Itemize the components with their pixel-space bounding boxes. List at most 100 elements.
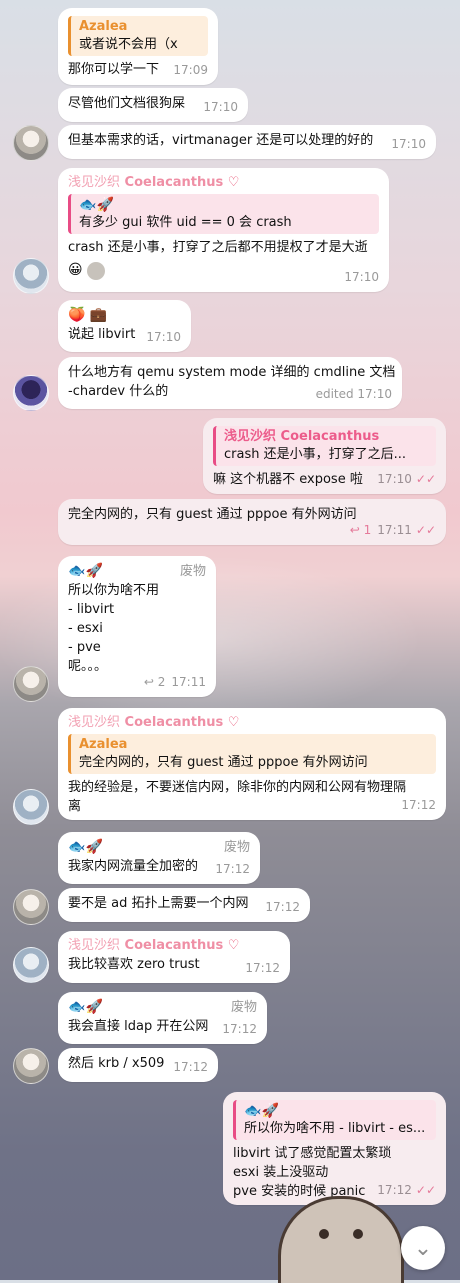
reactions[interactable]: 😀 [68, 261, 379, 280]
message-time: 17:12 [173, 1060, 208, 1074]
avatar[interactable] [13, 1048, 49, 1084]
message-text-line: - libvirt [68, 602, 115, 617]
quote-text: 或者说不会用（x [79, 37, 178, 52]
reply-count[interactable]: ↩ 2 [144, 675, 166, 689]
sender-name[interactable]: 浅见沙织 Coelacanthus ♡ [68, 174, 379, 192]
peach-icon: 🍑 [68, 307, 86, 323]
avatar[interactable] [13, 666, 49, 702]
rocket-icon: 🚀 [85, 999, 103, 1015]
avatar[interactable] [13, 125, 49, 161]
reply-count-number: 1 [363, 523, 372, 537]
message-time: 17:10 [146, 330, 181, 344]
sender-handle: Coelacanthus [124, 938, 224, 953]
rocket-icon: 🚀 [261, 1103, 279, 1119]
heart-icon: ♡ [227, 715, 240, 730]
message-bubble[interactable]: 🐟🚀 废物 我家内网流量全加密的 17:12 [58, 832, 260, 884]
message-bubble[interactable]: 浅见沙织 Coelacanthus ♡ Azalea 完全内网的，只有 gues… [58, 708, 446, 820]
chevron-down-icon: ⌄ [413, 1235, 433, 1261]
message-bubble[interactable]: 🍑 💼 说起 libvirt 17:10 [58, 300, 191, 352]
fish-icon: 🐟 [79, 197, 97, 213]
cat-eye [319, 1229, 329, 1239]
message-text-line: libvirt 试了感觉配置太繁琐 [233, 1146, 392, 1161]
message-time: 17:10 [203, 100, 238, 114]
message-text-line: 所以你为啥不用 [68, 583, 160, 598]
time-text: 17:11 [377, 523, 412, 537]
member-rank: 废物 [179, 564, 206, 579]
message-time: 17:12 [222, 1022, 257, 1036]
sender-icons: 🍑 💼 [68, 306, 181, 325]
sender-icons: 🐟🚀 [68, 998, 257, 1017]
message-text-line: 离 [68, 799, 82, 814]
scroll-down-button[interactable]: ⌄ [401, 1226, 445, 1270]
fish-icon: 🐟 [68, 999, 86, 1015]
quote-author: Azalea [79, 737, 128, 752]
quoted-message[interactable]: 浅见沙织 Coelacanthus crash 还是小事，打穿了之后... [213, 426, 436, 466]
message-bubble[interactable]: 但基本需求的话，virtmanager 还是可以处理的好的 17:10 [58, 125, 436, 159]
fish-icon: 🐟 [68, 839, 86, 855]
message-time: 17:10 [344, 270, 379, 284]
avatar[interactable] [13, 375, 49, 411]
message-time: 17:12 [401, 798, 436, 812]
message-bubble[interactable]: 要不是 ad 拓扑上需要一个内网 17:12 [58, 888, 310, 922]
cat-sticker[interactable] [278, 1196, 404, 1283]
message-time: 17:10 ✓✓ [377, 470, 436, 489]
grin-icon: 😀 [68, 262, 83, 278]
sender-name[interactable]: 浅见沙织 Coelacanthus ♡ [68, 937, 280, 955]
avatar[interactable] [13, 947, 49, 983]
member-rank: 废物 [230, 1000, 257, 1015]
message-bubble[interactable]: 🐟🚀 废物 所以你为啥不用 - libvirt - esxi - pve 呢。。… [58, 556, 216, 697]
message-bubble-outgoing[interactable]: 🐟🚀 所以你为啥不用 - libvirt - es... libvirt 试了感… [223, 1092, 446, 1205]
time-text: 17:12 [377, 1183, 412, 1197]
message-time: 17:12 [215, 862, 250, 876]
message-text-line: - esxi [68, 621, 103, 636]
avatar[interactable] [13, 889, 49, 925]
message-bubble[interactable]: 浅见沙织 Coelacanthus ♡ 🐟🚀 有多少 gui 软件 uid ==… [58, 168, 389, 292]
quote-author: Azalea [79, 19, 128, 34]
reactor-avatar [86, 261, 105, 280]
message-time: ↩ 2 17:11 [144, 673, 206, 692]
message-bubble-outgoing[interactable]: 浅见沙织 Coelacanthus crash 还是小事，打穿了之后... 嘛 … [203, 418, 446, 494]
message-bubble[interactable]: 然后 krb / x509 17:12 [58, 1048, 218, 1082]
message-time: 17:10 [391, 137, 426, 151]
reply-count[interactable]: ↩ 1 [350, 523, 372, 537]
quote-author-icons: 🐟🚀 [79, 196, 371, 214]
message-text-line: 什么地方有 qemu system mode 详细的 cmdline 文档 [68, 365, 396, 380]
heart-icon: ♡ [227, 938, 240, 953]
quote-author-icons: 🐟🚀 [244, 1102, 428, 1120]
sender-nick: 浅见沙织 [68, 715, 121, 730]
message-bubble[interactable]: 浅见沙织 Coelacanthus ♡ 我比较喜欢 zero trust 17:… [58, 931, 290, 983]
message-bubble[interactable]: Azalea 或者说不会用（x 那你可以学一下 17:09 [58, 8, 218, 85]
message-text-line: esxi 装上没驱动 [233, 1165, 329, 1180]
cat-eye [353, 1229, 363, 1239]
avatar[interactable] [13, 258, 49, 294]
member-rank: 废物 [223, 840, 250, 855]
sender-name[interactable]: 浅见沙织 Coelacanthus ♡ [68, 714, 436, 732]
message-time: ↩ 1 17:11 ✓✓ [350, 521, 436, 540]
message-bubble-outgoing[interactable]: 完全内网的，只有 guest 通过 pppoe 有外网访问 ↩ 1 17:11 ✓✓ [58, 499, 446, 545]
message-text-line: 我的经验是，不要迷信内网，除非你的内网和公网有物理隔 [68, 780, 407, 795]
quoted-message[interactable]: Azalea 或者说不会用（x [68, 16, 208, 56]
quoted-message[interactable]: 🐟🚀 所以你为啥不用 - libvirt - es... [233, 1100, 436, 1140]
fish-icon: 🐟 [244, 1103, 262, 1119]
read-check-icon: ✓✓ [415, 1183, 436, 1197]
avatar[interactable] [13, 789, 49, 825]
sender-nick: 浅见沙织 [68, 938, 121, 953]
time-text: 17:11 [171, 675, 206, 689]
read-check-icon: ✓✓ [415, 523, 436, 537]
quote-author: 浅见沙织 Coelacanthus [224, 429, 380, 444]
message-bubble[interactable]: 🐟🚀 废物 我会直接 ldap 开在公网 17:12 [58, 992, 267, 1044]
quoted-message[interactable]: 🐟🚀 有多少 gui 软件 uid == 0 会 crash [68, 194, 379, 234]
message-bubble[interactable]: 什么地方有 qemu system mode 详细的 cmdline 文档 -c… [58, 357, 402, 409]
quoted-message[interactable]: Azalea 完全内网的，只有 guest 通过 pppoe 有外网访问 [68, 734, 436, 774]
message-time: edited 17:10 [315, 387, 392, 401]
message-text: 但基本需求的话，virtmanager 还是可以处理的好的 [68, 133, 374, 148]
sender-handle: Coelacanthus [124, 715, 224, 730]
sender-icons: 🐟🚀 [68, 838, 250, 857]
message-bubble[interactable]: 尽管他们文档很狗屎 17:10 [58, 88, 248, 122]
reply-count-number: 2 [157, 675, 166, 689]
quote-text: crash 还是小事，打穿了之后... [224, 447, 407, 462]
heart-icon: ♡ [227, 175, 240, 190]
sender-handle: Coelacanthus [124, 175, 224, 190]
fish-icon: 🐟 [68, 563, 86, 579]
read-check-icon: ✓✓ [415, 472, 436, 486]
